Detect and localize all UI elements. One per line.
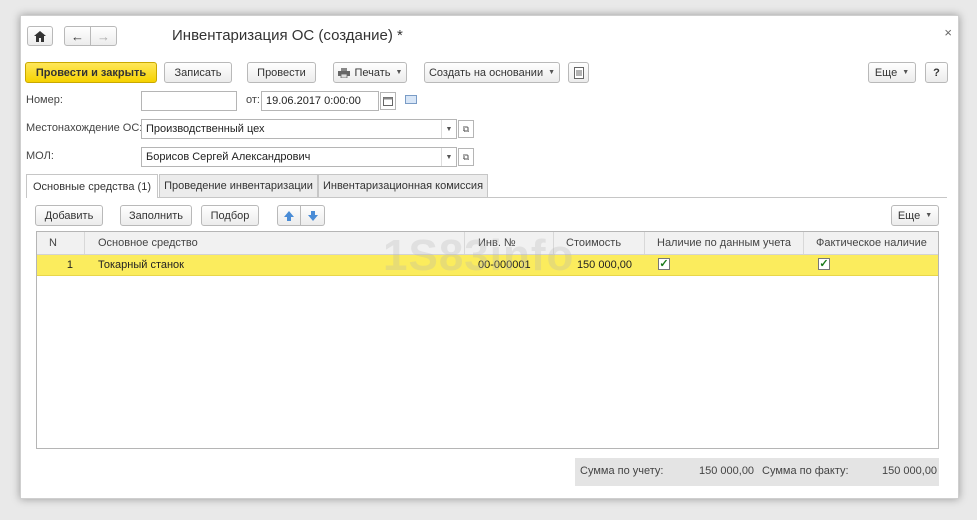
report-icon — [573, 66, 584, 79]
watermark: 1S83info — [383, 231, 575, 280]
tab-fixed-assets[interactable]: Основные средства (1) — [26, 174, 158, 198]
chevron-down-icon[interactable]: ▼ — [441, 120, 456, 138]
mol-value: Борисов Сергей Александрович — [146, 151, 311, 163]
printer-icon — [337, 67, 350, 78]
location-value: Производственный цех — [146, 123, 265, 135]
totals-bar: Сумма по учету: 150 000,00 Сумма по факт… — [575, 458, 939, 486]
print-label: Печать — [354, 66, 391, 79]
date-field[interactable]: 19.06.2017 0:00:00 — [261, 91, 379, 111]
create-based-label: Создать на основании — [428, 66, 544, 79]
home-icon — [34, 30, 46, 42]
checkbox-checked-icon[interactable]: ✓ — [658, 258, 670, 270]
accounted-total-label: Сумма по учету: — [580, 465, 664, 477]
help-button[interactable]: ? — [925, 62, 948, 83]
actual-total-value: 150 000,00 — [882, 465, 938, 477]
actual-total-label: Сумма по факту: — [762, 465, 849, 477]
open-icon: ⧉ — [462, 151, 470, 162]
forward-arrow-icon: → — [97, 28, 110, 44]
location-field[interactable]: Производственный цех ▼ — [141, 119, 457, 139]
checkbox-checked-icon[interactable]: ✓ — [818, 258, 830, 270]
cell-asset: Токарный станок — [98, 259, 184, 271]
page-title: Инвентаризация ОС (создание) * — [172, 27, 403, 44]
mol-open-button[interactable]: ⧉ — [458, 148, 474, 166]
number-field[interactable] — [141, 91, 237, 111]
accounted-total-value: 150 000,00 — [699, 465, 755, 477]
tab-inventory-process[interactable]: Проведение инвентаризации — [159, 174, 318, 197]
column-header-actual[interactable]: Фактическое наличие — [804, 232, 938, 254]
date-label: от: — [246, 94, 260, 106]
calendar-button[interactable] — [380, 92, 396, 110]
chevron-down-icon: ▼ — [548, 69, 556, 76]
document-window: ← → Инвентаризация ОС (создание) * × Про… — [20, 15, 959, 499]
column-header-n[interactable]: N — [37, 232, 85, 254]
post-button[interactable]: Провести — [247, 62, 316, 83]
move-down-icon — [307, 210, 318, 221]
tab-inventory-commission[interactable]: Инвентаризационная комиссия — [318, 174, 488, 197]
table-more-label: Еще — [897, 209, 921, 222]
move-up-icon — [284, 210, 294, 221]
close-icon[interactable]: × — [944, 25, 952, 40]
chevron-down-icon: ▼ — [925, 212, 933, 219]
move-down-button[interactable] — [301, 205, 325, 226]
fill-button[interactable]: Заполнить — [120, 205, 192, 226]
mol-field[interactable]: Борисов Сергей Александрович ▼ — [141, 147, 457, 167]
column-header-accounted[interactable]: Наличие по данным учета — [645, 232, 804, 254]
more-label: Еще — [874, 66, 898, 79]
home-button[interactable] — [27, 26, 53, 46]
table-more-button[interactable]: Еще ▼ — [891, 205, 939, 226]
back-button[interactable]: ← — [64, 26, 91, 46]
mol-label: МОЛ: — [26, 150, 54, 162]
number-label: Номер: — [26, 94, 63, 106]
cell-n: 1 — [66, 259, 73, 271]
back-arrow-icon: ← — [71, 28, 84, 44]
post-and-close-button[interactable]: Провести и закрыть — [25, 62, 157, 83]
report-button[interactable] — [568, 62, 589, 83]
move-up-button[interactable] — [277, 205, 301, 226]
more-button[interactable]: Еще ▼ — [868, 62, 916, 83]
location-label: Местонахождение ОС: — [26, 122, 143, 134]
add-button[interactable]: Добавить — [35, 205, 103, 226]
create-based-on-button[interactable]: Создать на основании ▼ — [424, 62, 560, 83]
select-button[interactable]: Подбор — [201, 205, 259, 226]
calendar-icon — [383, 96, 393, 106]
write-button[interactable]: Записать — [164, 62, 232, 83]
chevron-down-icon[interactable]: ▼ — [441, 148, 456, 166]
open-icon: ⧉ — [462, 123, 470, 134]
print-button[interactable]: Печать ▼ — [333, 62, 407, 83]
forward-button[interactable]: → — [91, 26, 117, 46]
chevron-down-icon: ▼ — [395, 69, 403, 76]
location-open-button[interactable]: ⧉ — [458, 120, 474, 138]
comment-icon[interactable] — [405, 95, 417, 104]
chevron-down-icon: ▼ — [902, 69, 910, 76]
